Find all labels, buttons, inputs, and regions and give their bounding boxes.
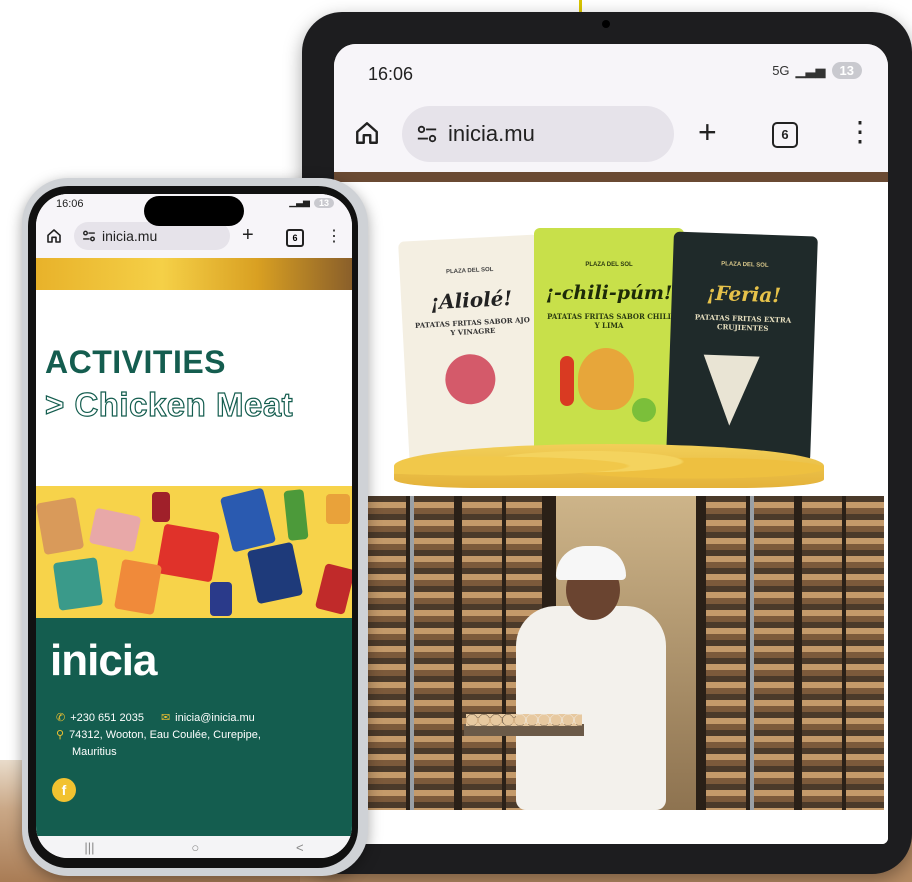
cone-illustration bbox=[701, 354, 760, 427]
bag-subtitle: PATATAS FRITAS SABOR AJO Y VINAGRE bbox=[414, 315, 531, 338]
product-can bbox=[314, 563, 352, 615]
egg-rack bbox=[462, 496, 502, 810]
egg-rack bbox=[706, 496, 746, 810]
products-collage bbox=[36, 486, 352, 618]
phone-icon: ✆ bbox=[56, 712, 66, 724]
tablet-new-tab-button[interactable]: + bbox=[698, 114, 717, 151]
back-nav-icon[interactable]: < bbox=[296, 840, 304, 855]
phone-notification-badge: 13 bbox=[313, 197, 334, 208]
factory-photo bbox=[366, 496, 884, 810]
site-footer: inicia ✆ +230 651 2035 ✉ inicia@inicia.m… bbox=[36, 618, 352, 836]
bag-subtitle: PATATAS FRITAS SABOR CHILI Y LIMA bbox=[547, 312, 671, 330]
tablet-status-time: 16:06 bbox=[368, 64, 414, 84]
site-settings-icon[interactable] bbox=[82, 229, 96, 243]
bag-title: ¡Aliolé! bbox=[429, 285, 513, 315]
contact-row-address: ⚲ 74312, Wooton, Eau Coulée, Curepipe, bbox=[56, 727, 261, 744]
product-whole-chicken bbox=[219, 487, 277, 553]
worker-figure bbox=[516, 606, 666, 810]
tablet-system-icons: 5G ▁▃▅ 13 bbox=[772, 62, 862, 79]
tablet-notification-badge: 13 bbox=[831, 62, 862, 79]
facebook-icon[interactable]: f bbox=[52, 778, 76, 802]
bag-brand: PLAZA DEL SOL bbox=[445, 266, 494, 276]
product-sauce-jar bbox=[152, 492, 170, 522]
egg-rack bbox=[366, 496, 406, 810]
phone-new-tab-button[interactable]: + bbox=[242, 224, 254, 247]
product-chicken-tray bbox=[88, 507, 142, 553]
product-pack-blue bbox=[246, 541, 304, 605]
bag-brand: PLAZA DEL SOL bbox=[585, 262, 633, 268]
phone-tab-switcher-button[interactable]: 6 bbox=[286, 229, 304, 247]
product-pasta-box bbox=[283, 489, 309, 541]
egg-rack bbox=[846, 496, 884, 810]
phone-signal-icon: ▁▃▅ bbox=[289, 197, 310, 207]
tablet-page-bottom bbox=[334, 810, 888, 844]
lime-illustration bbox=[632, 398, 656, 422]
contact-email[interactable]: inicia@inicia.mu bbox=[175, 710, 255, 727]
chip-bag-chilipum: PLAZA DEL SOL ¡-chili-púm! PATATAS FRITA… bbox=[534, 228, 684, 466]
egg-rack bbox=[414, 496, 454, 810]
chips-product-image: PLAZA DEL SOL ¡Aliolé! PATATAS FRITAS SA… bbox=[366, 182, 888, 494]
phone-url-text: inicia.mu bbox=[102, 228, 158, 244]
tablet-menu-icon[interactable]: ⋮ bbox=[846, 118, 874, 146]
rack-frame bbox=[750, 496, 754, 810]
tablet-home-icon[interactable] bbox=[354, 120, 380, 146]
contact-address-line2: Mauritius bbox=[72, 746, 117, 758]
phone-camera-notch bbox=[144, 196, 244, 226]
bag-illustration bbox=[444, 352, 497, 406]
phone-menu-icon[interactable]: ⋮ bbox=[326, 226, 342, 246]
product-chicken-pack bbox=[36, 496, 85, 556]
mail-icon: ✉ bbox=[160, 712, 171, 724]
tablet-screen: 16:06 5G ▁▃▅ 13 inicia.mu + 6 ⋮ PLAZA DE… bbox=[334, 44, 888, 844]
product-rice-bag bbox=[52, 557, 104, 611]
activities-heading: ACTIVITIES bbox=[45, 344, 227, 380]
tablet-5g-icon: 5G bbox=[772, 63, 790, 78]
tablet-status-bar: 16:06 5G ▁▃▅ 13 bbox=[334, 44, 888, 100]
chip-bag-feria: PLAZA DEL SOL ¡Feria! PATATAS FRITAS EXT… bbox=[666, 231, 818, 463]
eggs bbox=[466, 714, 582, 726]
tablet-url-text: inicia.mu bbox=[448, 121, 535, 146]
crisps-pile bbox=[394, 444, 824, 488]
tablet-camera bbox=[602, 20, 610, 28]
bag-title: ¡-chili-púm! bbox=[545, 282, 673, 304]
product-chips-bag bbox=[210, 582, 232, 616]
chicken-meat-subheading[interactable]: > Chicken Meat bbox=[44, 385, 293, 424]
bag-brand: PLAZA DEL SOL bbox=[721, 261, 769, 269]
phone-home-icon[interactable] bbox=[46, 228, 62, 244]
bag-subtitle: PATATAS FRITAS EXTRA CRUJIENTES bbox=[694, 312, 792, 333]
phone-screen: 16:06 ▁▃▅ 13 inicia.mu + 6 ⋮ ACTIVITIES … bbox=[36, 194, 352, 858]
contact-info: ✆ +230 651 2035 ✉ inicia@inicia.mu ⚲ 743… bbox=[56, 710, 261, 761]
location-pin-icon: ⚲ bbox=[56, 729, 65, 741]
phone-system-icons: ▁▃▅ 13 bbox=[289, 197, 334, 208]
contact-row-phone-email: ✆ +230 651 2035 ✉ inicia@inicia.mu bbox=[56, 710, 261, 727]
chip-bag-aliole: PLAZA DEL SOL ¡Aliolé! PATATAS FRITAS SA… bbox=[398, 234, 550, 472]
tablet-signal-icon: ▁▃▅ bbox=[795, 62, 826, 78]
fruit-banner-image bbox=[36, 258, 352, 290]
bag-title: ¡Feria! bbox=[706, 280, 782, 308]
tablet-browser-toolbar: inicia.mu + 6 ⋮ bbox=[334, 100, 888, 172]
egg-rack bbox=[802, 496, 842, 810]
tablet-tab-switcher-button[interactable]: 6 bbox=[772, 122, 798, 148]
contact-phone[interactable]: +230 651 2035 bbox=[70, 710, 144, 727]
site-settings-icon[interactable] bbox=[416, 123, 438, 145]
contact-row-address2: Mauritius bbox=[56, 744, 261, 761]
product-nuggets-box bbox=[156, 523, 220, 583]
android-nav-bar: ||| ○ < bbox=[36, 836, 352, 858]
phone-address-bar[interactable]: inicia.mu bbox=[74, 222, 230, 250]
home-nav-icon[interactable]: ○ bbox=[191, 840, 199, 855]
rack-frame bbox=[410, 496, 414, 810]
bag-illustration bbox=[578, 348, 634, 410]
product-snack bbox=[326, 494, 350, 524]
activities-section: ACTIVITIES > Chicken Meat bbox=[36, 290, 352, 486]
egg-rack bbox=[754, 496, 794, 810]
phone-status-time: 16:06 bbox=[56, 198, 84, 210]
product-flour-bag bbox=[113, 558, 163, 616]
contact-address-line1: 74312, Wooton, Eau Coulée, Curepipe, bbox=[69, 729, 261, 741]
chili-illustration bbox=[560, 356, 574, 406]
recent-apps-icon[interactable]: ||| bbox=[84, 840, 94, 855]
tablet-address-bar[interactable]: inicia.mu bbox=[402, 106, 674, 162]
inicia-logo[interactable]: inicia bbox=[50, 636, 157, 686]
tablet-page-strip bbox=[334, 172, 888, 182]
